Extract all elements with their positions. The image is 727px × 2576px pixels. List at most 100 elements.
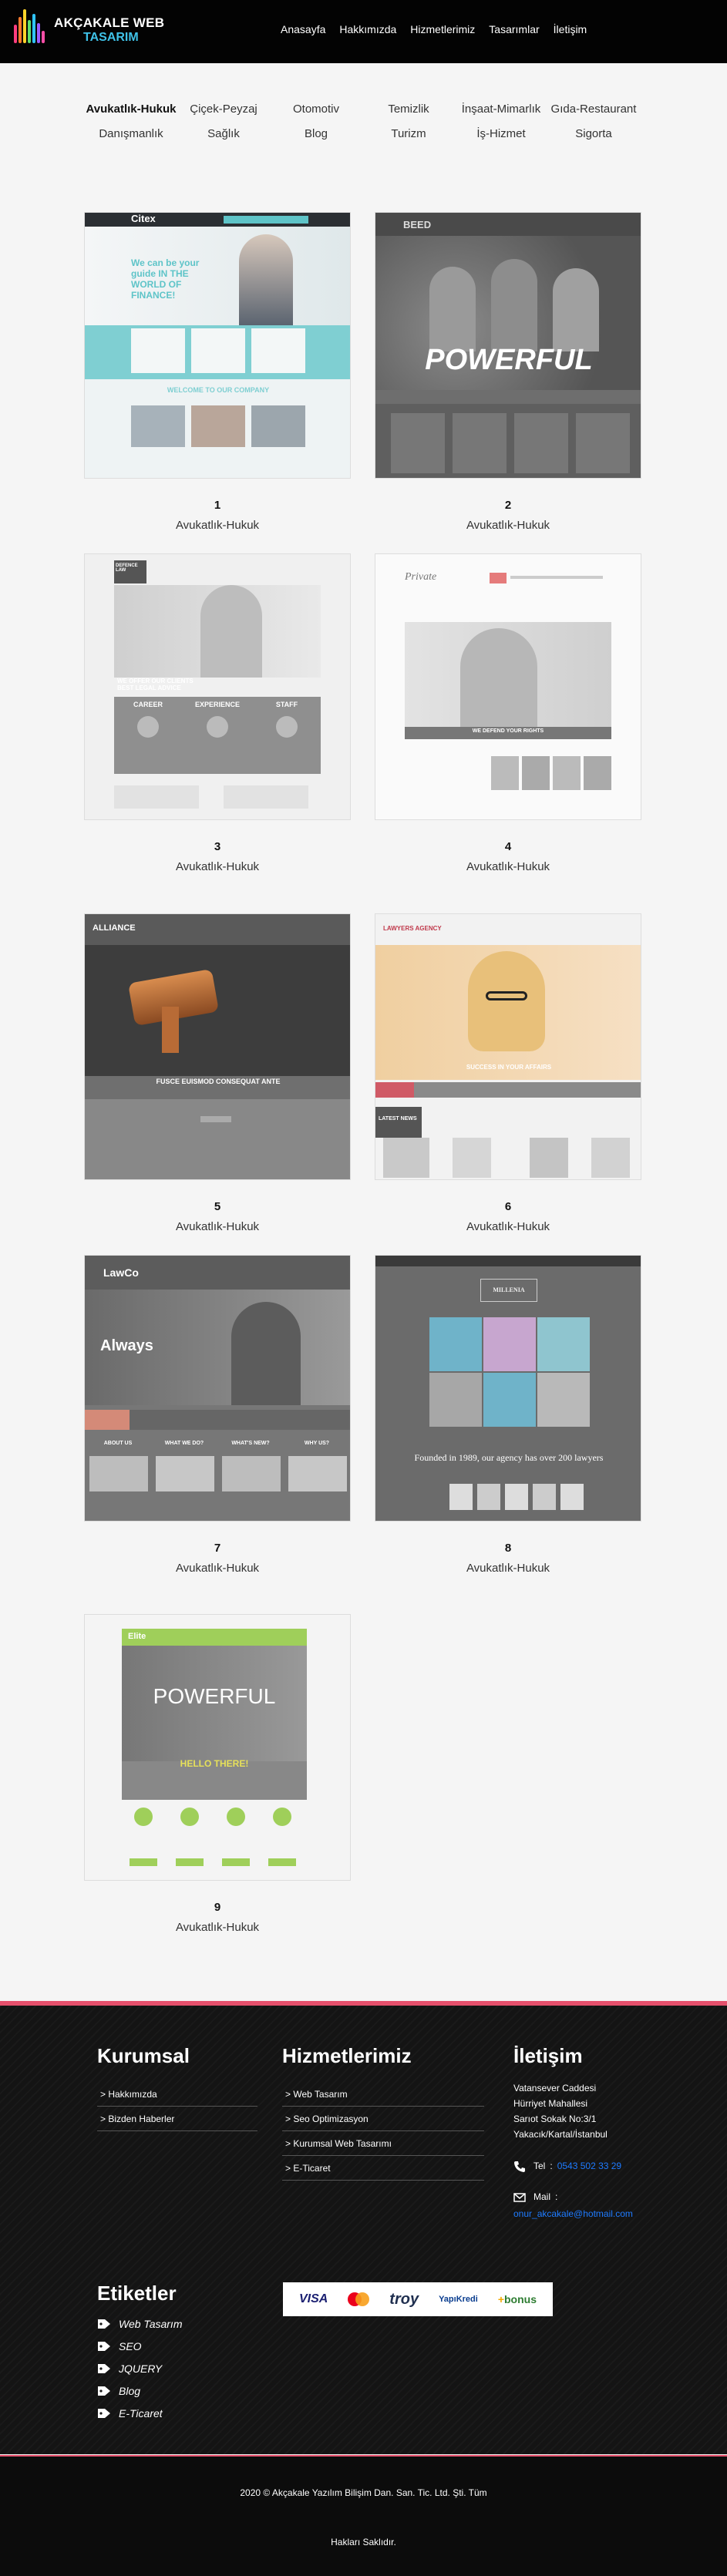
tag-blog[interactable]: Blog (97, 2385, 182, 2397)
tag-jquery[interactable]: JQUERY (97, 2362, 182, 2375)
template-thumbnail[interactable]: DEFENCE LAW WE OFFER OUR CLIENTS BEST LE… (84, 553, 351, 820)
filter-temizlik[interactable]: Temizlik (362, 102, 455, 117)
template-category: Avukatlık-Hukuk (175, 1562, 260, 1575)
template-number: 5 (214, 1200, 221, 1213)
template-card[interactable]: Private WE DEFEND YOUR RIGHTS 4 Avukatlı… (375, 553, 641, 873)
tag-web-tasarim[interactable]: Web Tasarım (97, 2318, 182, 2330)
filter-otomotiv[interactable]: Otomotiv (270, 102, 362, 117)
tag-eticaret[interactable]: E-Ticaret (97, 2407, 182, 2420)
template-number: 2 (504, 499, 512, 512)
rights-text: Hakları Saklıdır. (331, 2537, 396, 2547)
site-logo[interactable]: AKÇAKALE WEB TASARIM (12, 9, 165, 49)
bonus-logo: +bonus (497, 2293, 537, 2305)
template-number: 7 (214, 1542, 221, 1555)
filter-turizm[interactable]: Turizm (362, 126, 455, 142)
footer-etiketler: Etiketler Web Tasarım SEO JQUERY Blog E-… (97, 2282, 182, 2430)
footer-kurumsal: Kurumsal > Hakkımızda > Bizden Haberler (97, 2044, 257, 2131)
filter-danismanlik[interactable]: Danışmanlık (85, 126, 177, 142)
footer-etiketler-title: Etiketler (97, 2282, 177, 2305)
tag-icon (98, 2364, 110, 2373)
template-thumbnail[interactable]: Private WE DEFEND YOUR RIGHTS (375, 553, 641, 820)
footer-mail: Mail : onur_akcakale@hotmail.com (513, 2191, 652, 2219)
logo-equalizer-icon (12, 9, 48, 49)
filter-blog[interactable]: Blog (270, 126, 362, 142)
tag-icon (98, 2409, 110, 2418)
filter-saglik[interactable]: Sağlık (177, 126, 270, 142)
nav-tasarimlar[interactable]: Tasarımlar (489, 23, 539, 35)
template-category: Avukatlık-Hukuk (175, 860, 260, 873)
footer-iletisim: İletişim Vatansever Caddesi Hürriyet Mah… (513, 2044, 652, 2219)
template-card[interactable]: Elite POWERFUL HELLO THERE! 9 Avukatlık-… (84, 1614, 351, 1934)
template-card[interactable]: Citex We can be your guide IN THE WORLD … (84, 212, 351, 532)
filter-insaat-mimarlik[interactable]: İnşaat-Mimarlık (455, 102, 547, 117)
footer-iletisim-title: İletişim (513, 2044, 583, 2067)
template-card[interactable]: LAWYERS AGENCY SUCCESS IN YOUR AFFAIRS L… (375, 913, 641, 1233)
template-category: Avukatlık-Hukuk (466, 1220, 550, 1233)
yapikredi-logo: YapıKredi (439, 2295, 478, 2304)
template-category: Avukatlık-Hukuk (175, 1220, 260, 1233)
template-category: Avukatlık-Hukuk (466, 860, 550, 873)
template-category: Avukatlık-Hukuk (175, 1921, 260, 1934)
filter-gida-restaurant[interactable]: Gıda-Restaurant (547, 102, 640, 117)
filter-avukatlik-hukuk[interactable]: Avukatlık-Hukuk (85, 102, 177, 117)
mastercard-logo (348, 2292, 370, 2306)
template-thumbnail[interactable]: LAWYERS AGENCY SUCCESS IN YOUR AFFAIRS L… (375, 913, 641, 1180)
template-number: 9 (214, 1901, 221, 1914)
visa-logo: VISA (298, 2292, 328, 2305)
footer-hizmetler: Hizmetlerimiz > Web Tasarım > Seo Optimi… (282, 2044, 484, 2181)
nav-hakkimizda[interactable]: Hakkımızda (339, 23, 396, 35)
footer-address: Vatansever Caddesi Hürriyet Mahallesi Sa… (513, 2083, 608, 2140)
template-number: 1 (214, 499, 221, 512)
payment-logos: VISA troy YapıKredi +bonus (283, 2282, 553, 2316)
template-number: 8 (504, 1542, 512, 1555)
template-thumbnail[interactable]: BEED POWERFUL (375, 212, 641, 479)
footer-link-kurumsal-web[interactable]: > Kurumsal Web Tasarımı (282, 2131, 484, 2156)
phone-icon (514, 2161, 525, 2172)
nav-hizmetlerimiz[interactable]: Hizmetlerimiz (410, 23, 475, 35)
mail-icon (513, 2193, 526, 2202)
footer-hizmetler-title: Hizmetlerimiz (282, 2044, 412, 2067)
filter-cicek-peyzaj[interactable]: Çiçek-Peyzaj (177, 102, 270, 117)
template-card[interactable]: ALLIANCE FUSCE EUISMOD CONSEQUAT ANTE 5 … (84, 913, 351, 1233)
main-nav: Anasayfa Hakkımızda Hizmetlerimiz Tasarı… (281, 23, 587, 35)
footer-link-eticaret[interactable]: > E-Ticaret (282, 2156, 484, 2181)
nav-anasayfa[interactable]: Anasayfa (281, 23, 325, 35)
tag-icon (98, 2319, 110, 2329)
template-category: Avukatlık-Hukuk (175, 519, 260, 532)
footer-mail-link[interactable]: onur_akcakale@hotmail.com (513, 2208, 652, 2219)
footer-link-hakkimizda[interactable]: > Hakkımızda (97, 2082, 257, 2107)
site-header: AKÇAKALE WEB TASARIM Anasayfa Hakkımızda… (0, 0, 727, 63)
template-number: 4 (504, 840, 512, 853)
troy-logo: troy (389, 2290, 419, 2308)
filter-sigorta[interactable]: Sigorta (547, 126, 640, 142)
template-card[interactable]: MILLENIA Founded in 1989, our agency has… (375, 1255, 641, 1575)
footer-link-seo[interactable]: > Seo Optimizasyon (282, 2107, 484, 2131)
footer-kurumsal-title: Kurumsal (97, 2044, 190, 2067)
copyright-text: 2020 © Akçakale Yazılım Bilişim Dan. San… (240, 2487, 487, 2498)
template-category: Avukatlık-Hukuk (466, 1562, 550, 1575)
template-thumbnail[interactable]: ALLIANCE FUSCE EUISMOD CONSEQUAT ANTE (84, 913, 351, 1180)
category-filters: Avukatlık-Hukuk Çiçek-Peyzaj Otomotiv Te… (85, 102, 640, 143)
template-category: Avukatlık-Hukuk (466, 519, 550, 532)
tag-icon (98, 2386, 110, 2396)
filter-is-hizmet[interactable]: İş-Hizmet (455, 126, 547, 142)
footer-link-web-tasarim[interactable]: > Web Tasarım (282, 2082, 484, 2107)
template-thumbnail[interactable]: Elite POWERFUL HELLO THERE! (84, 1614, 351, 1881)
tag-icon (98, 2342, 110, 2351)
footer-phone-link[interactable]: 0543 502 33 29 (557, 2161, 634, 2171)
template-thumbnail[interactable]: LawCo Always ABOUT US WHAT WE DO? WHAT'S… (84, 1255, 351, 1522)
template-number: 3 (214, 840, 221, 853)
nav-iletisim[interactable]: İletişim (554, 23, 587, 35)
copyright-bar: 2020 © Akçakale Yazılım Bilişim Dan. San… (0, 2457, 727, 2576)
tag-seo[interactable]: SEO (97, 2340, 182, 2352)
template-card[interactable]: BEED POWERFUL 2 Avukatlık-Hukuk (375, 212, 641, 532)
template-thumbnail[interactable]: Citex We can be your guide IN THE WORLD … (84, 212, 351, 479)
footer-phone: Tel : 0543 502 33 29 (513, 2161, 652, 2173)
template-card[interactable]: LawCo Always ABOUT US WHAT WE DO? WHAT'S… (84, 1255, 351, 1575)
logo-title: AKÇAKALE WEB (54, 15, 165, 30)
footer-link-haberler[interactable]: > Bizden Haberler (97, 2107, 257, 2131)
logo-subtitle: TASARIM (83, 30, 139, 44)
template-number: 6 (504, 1200, 512, 1213)
template-thumbnail[interactable]: MILLENIA Founded in 1989, our agency has… (375, 1255, 641, 1522)
template-card[interactable]: DEFENCE LAW WE OFFER OUR CLIENTS BEST LE… (84, 553, 351, 873)
